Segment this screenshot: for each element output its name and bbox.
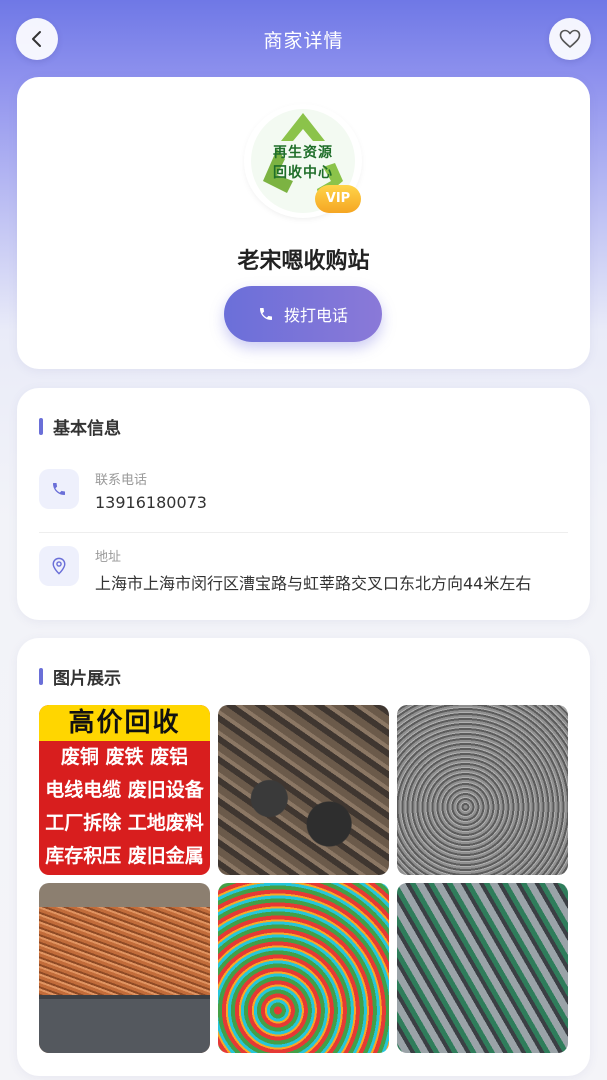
sign-line: 工厂拆除 工地废料 [45,812,204,834]
basic-info-title-text: 基本信息 [53,419,121,439]
favorite-button[interactable] [549,18,591,60]
section-accent-bar [39,668,43,685]
divider [39,532,568,533]
location-icon-box [39,546,79,586]
call-button[interactable]: 拨打电话 [224,286,382,342]
merchant-profile-card: 再生资源 回收中心 VIP 老宋嗯收购站 拨打电话 [17,77,590,369]
sign-title: 高价回收 [39,705,210,741]
top-bar: 商家详情 [0,0,607,78]
basic-info-title: 基本信息 [39,414,121,439]
gallery-photo-wire-coils[interactable] [397,705,568,875]
address-label: 地址 [95,550,122,565]
gallery-photo-scrap-metal[interactable] [218,705,389,875]
gallery-title-text: 图片展示 [53,669,121,689]
truck-bed [39,995,210,1053]
vip-badge: VIP [315,185,361,213]
phone-icon [53,483,65,495]
basic-info-card: 基本信息 联系电话 13916180073 地址 上海市上海市闵行区漕宝路与虹莘… [17,388,590,620]
logo-text-line1: 再生资源 [273,145,333,161]
photo-grid: 高价回收 废铜 废铁 废铝 电线电缆 废旧设备 工厂拆除 工地废料 库存积压 废… [39,705,568,1053]
section-accent-bar [39,418,43,435]
gallery-photo-copper-truck[interactable] [39,883,210,1053]
heart-outline-icon [559,29,581,48]
address-value: 上海市上海市闵行区漕宝路与虹莘路交叉口东北方向44米左右 [95,574,532,593]
merchant-name: 老宋嗯收购站 [237,249,370,274]
logo-text: 再生资源 回收中心 [247,143,359,183]
phone-icon-box [39,469,79,509]
sign-line: 库存积压 废旧金属 [45,845,204,867]
gallery-title: 图片展示 [39,664,121,689]
sign-line: 废铜 废铁 废铝 [60,746,189,768]
logo-text-line2: 回收中心 [273,165,333,181]
gallery-photo-scrap-steel[interactable] [397,883,568,1053]
location-pin-icon [52,557,66,575]
address-row[interactable]: 地址 上海市上海市闵行区漕宝路与虹莘路交叉口东北方向44米左右 [39,546,568,598]
phone-value: 13916180073 [95,493,207,512]
gallery-card: 图片展示 高价回收 废铜 废铁 废铝 电线电缆 废旧设备 工厂拆除 工地废料 库… [17,638,590,1076]
call-button-label: 拨打电话 [283,306,348,325]
page-title: 商家详情 [263,30,344,52]
phone-icon [259,308,272,320]
gallery-photo-recycling-sign[interactable]: 高价回收 废铜 废铁 废铝 电线电缆 废旧设备 工厂拆除 工地废料 库存积压 废… [39,705,210,875]
gallery-photo-colored-cables[interactable] [218,883,389,1053]
sign-line: 电线电缆 废旧设备 [45,779,204,801]
phone-label: 联系电话 [95,473,148,488]
merchant-logo: 再生资源 回收中心 VIP [247,107,361,215]
phone-row[interactable]: 联系电话 13916180073 [39,469,568,519]
